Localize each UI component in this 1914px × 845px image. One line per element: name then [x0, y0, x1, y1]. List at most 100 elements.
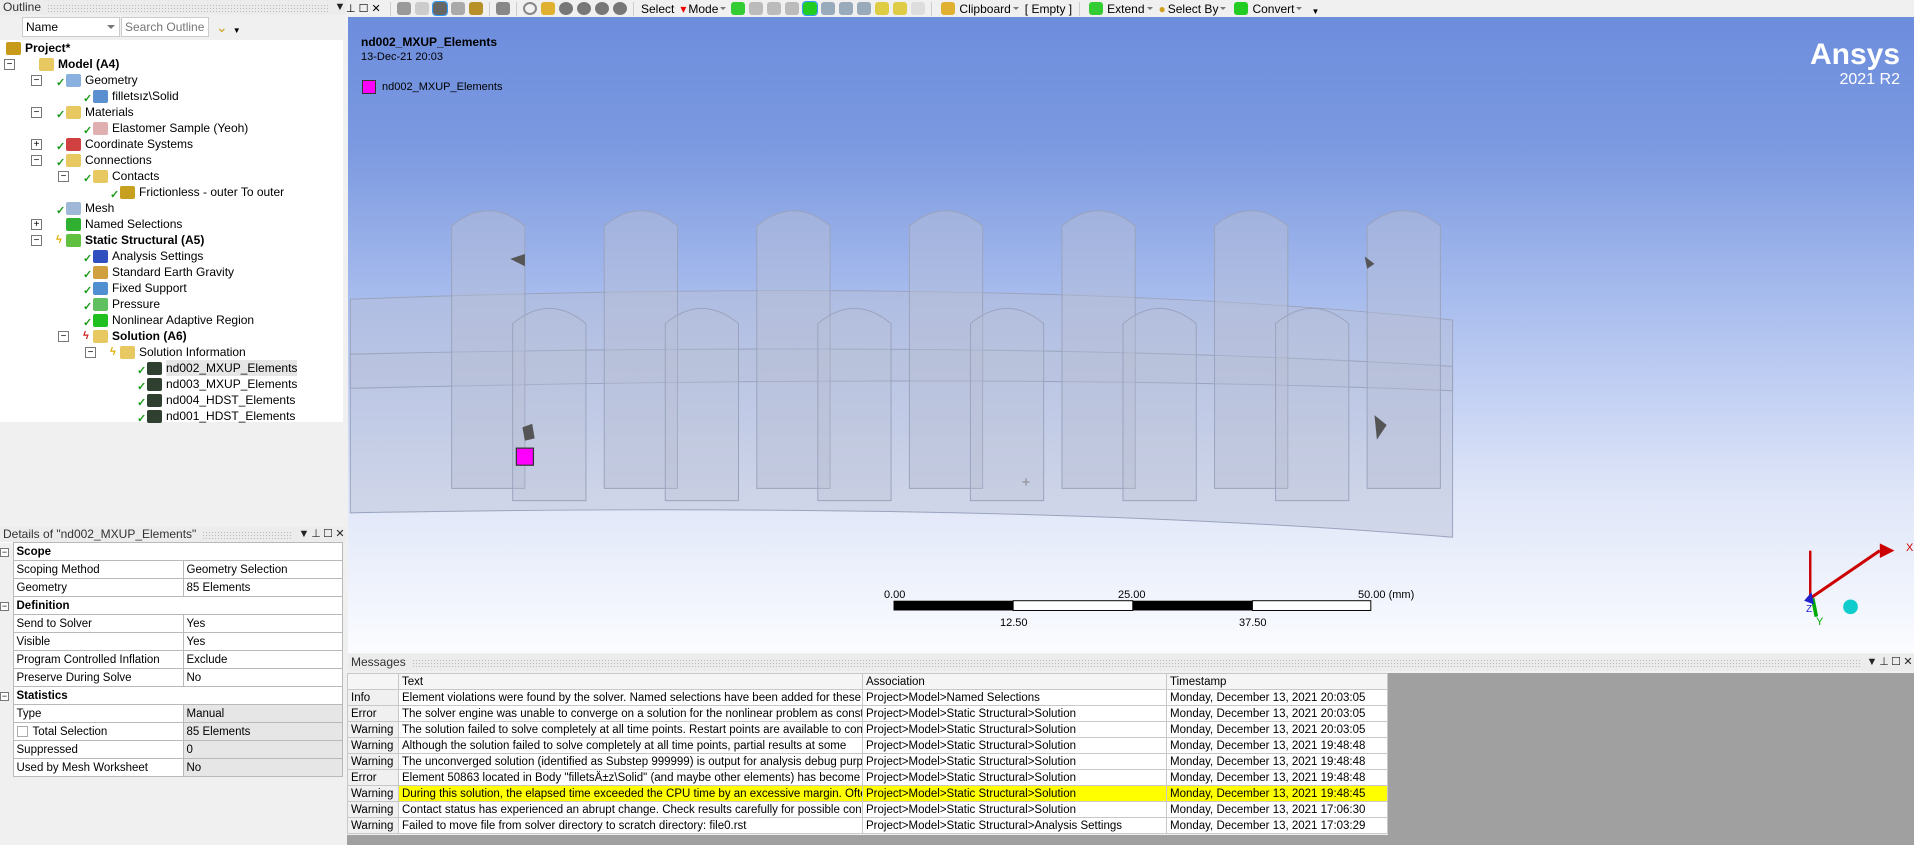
label-icon[interactable]	[893, 2, 908, 15]
tree-item[interactable]: ✓ Frictionless - outer To outer	[85, 184, 284, 201]
details-row[interactable]: Program Controlled Inflation Exclude	[0, 650, 343, 669]
overflow-icon[interactable]: ▼	[1311, 7, 1319, 16]
zoom-to-fit-icon[interactable]	[595, 2, 609, 15]
shaded-icon[interactable]	[432, 1, 448, 16]
tree-item[interactable]: ✓ Fixed Support	[58, 280, 187, 297]
details-row[interactable]: Total Selection 85 Elements	[0, 722, 343, 741]
column-header-text[interactable]: Text	[398, 673, 863, 690]
layout-icon[interactable]	[496, 2, 510, 15]
measure-icon[interactable]	[911, 2, 926, 15]
collapse-toggle[interactable]: −	[0, 547, 9, 557]
select-by-button[interactable]: ● Select By	[1159, 2, 1227, 16]
collapse-toggle[interactable]: −	[4, 58, 15, 70]
maximize-icon[interactable]: ☐	[1890, 655, 1902, 670]
pan-icon[interactable]	[541, 2, 555, 15]
select-node-icon[interactable]	[821, 2, 836, 15]
details-row[interactable]: Suppressed 0	[0, 740, 343, 759]
collapse-toggle[interactable]: −	[31, 106, 42, 118]
select-element-icon[interactable]	[857, 2, 872, 15]
tree-item[interactable]: ✓ Standard Earth Gravity	[58, 264, 234, 281]
message-row[interactable]: Warning Although the solution failed to s…	[347, 737, 1388, 754]
details-row[interactable]: Visible Yes	[0, 632, 343, 651]
search-outline-input[interactable]	[121, 17, 209, 37]
outline-filter-select[interactable]: Name	[22, 17, 120, 37]
zoom-icon[interactable]	[559, 2, 573, 15]
details-row[interactable]: Type Manual	[0, 704, 343, 723]
tree-item[interactable]: ✓ nd001_HDST_Elements	[112, 408, 295, 425]
maximize-icon[interactable]: ☐	[322, 527, 334, 542]
parameter-checkbox[interactable]	[16, 725, 28, 737]
tree-item[interactable]: ✓ nd003_MXUP_Elements	[112, 376, 297, 393]
zoom-out-icon[interactable]	[397, 2, 411, 15]
details-section[interactable]: − Statistics	[0, 686, 343, 705]
drag-grip[interactable]	[411, 658, 1860, 667]
details-row[interactable]: Preserve During Solve No	[0, 668, 343, 687]
collapse-toggle[interactable]: −	[85, 346, 96, 358]
select-mode-button[interactable]: ▾ Mode	[680, 2, 727, 16]
wireframe-icon[interactable]	[451, 2, 465, 15]
close-icon[interactable]: ✕	[1902, 655, 1914, 670]
close-icon[interactable]: ✕	[334, 527, 346, 542]
details-row[interactable]: Used by Mesh Worksheet No	[0, 758, 343, 777]
tree-item[interactable]: ✓ Mesh	[31, 200, 114, 217]
message-row[interactable]: Warning Failed to move file from solver d…	[347, 817, 1388, 834]
tree-item[interactable]: ✓ Elastomer Sample (Yeoh)	[58, 120, 248, 137]
tree-item[interactable]: ✓ nd002_MXUP_Elements	[112, 360, 298, 377]
select-point-icon[interactable]	[731, 2, 746, 15]
tree-item[interactable]: − ✓ Contacts	[58, 168, 159, 185]
zoom-previous-icon[interactable]	[415, 2, 429, 15]
select-vertex-icon[interactable]	[749, 2, 764, 15]
select-edge-icon[interactable]	[767, 2, 782, 15]
tree-item[interactable]: ✓ filletsız\Solid	[58, 88, 179, 105]
collapse-toggle[interactable]: −	[31, 234, 42, 246]
graphics-viewport[interactable]: nd002_MXUP_Elements 13-Dec-21 20:03 nd00…	[348, 17, 1914, 653]
dropdown-icon[interactable]: ▼	[1866, 655, 1878, 670]
tree-item[interactable]: ✓ Pressure	[58, 296, 160, 313]
dropdown-icon[interactable]: ▼	[298, 527, 310, 542]
pin-icon[interactable]: ⊥	[1878, 655, 1890, 670]
box-zoom-icon[interactable]	[577, 2, 591, 15]
collapse-toggle[interactable]: −	[0, 691, 9, 701]
select-body-icon[interactable]	[802, 1, 819, 16]
tree-item[interactable]: − ϟ Solution Information	[85, 344, 246, 360]
property-value[interactable]: 85 Elements	[182, 578, 343, 597]
expand-chevron-icon[interactable]: ⌄	[216, 19, 228, 36]
column-header-timestamp[interactable]: Timestamp	[1166, 673, 1388, 690]
property-value[interactable]: Yes	[182, 614, 343, 633]
details-row[interactable]: Scoping Method Geometry Selection	[0, 560, 343, 579]
tree-item[interactable]: − ✓ Connections	[31, 152, 152, 169]
message-row[interactable]: Error Element 50863 located in Body "fill…	[347, 769, 1388, 786]
property-value[interactable]: Yes	[182, 632, 343, 651]
clipboard-button[interactable]: Clipboard	[939, 2, 1019, 16]
details-section[interactable]: − Scope	[0, 542, 343, 561]
message-row[interactable]: Info Element violations were found by the…	[347, 689, 1388, 706]
rotate-icon[interactable]	[523, 2, 537, 15]
select-element-face-icon[interactable]	[839, 2, 854, 15]
message-row[interactable]: Warning The solution failed to solve comp…	[347, 721, 1388, 738]
tree-item[interactable]: − ϟ Solution (A6)	[58, 328, 187, 344]
message-row[interactable]: Warning The unconverged solution (identif…	[347, 753, 1388, 770]
tree-item[interactable]: − ✓ Materials	[31, 104, 134, 121]
tree-item[interactable]: ✓ Analysis Settings	[58, 248, 203, 265]
drag-grip[interactable]	[47, 3, 328, 12]
drag-grip[interactable]	[202, 530, 292, 539]
tree-item[interactable]: ✓ Nonlinear Adaptive Region	[58, 312, 254, 329]
tree-item[interactable]: + ✓ Coordinate Systems	[31, 136, 193, 153]
collapse-toggle[interactable]: −	[58, 330, 69, 342]
property-value[interactable]: Exclude	[182, 650, 343, 669]
details-row[interactable]: Geometry 85 Elements	[0, 578, 343, 597]
tree-item[interactable]: − ✓ Geometry	[31, 72, 138, 89]
message-row[interactable]: Warning Contact status has experienced an…	[347, 801, 1388, 818]
pin-icon[interactable]: ⊥	[310, 527, 322, 542]
overflow-icon[interactable]: ▼	[233, 26, 241, 35]
coordinate-icon[interactable]	[875, 2, 890, 15]
pane-controls[interactable]: ⊥ ☐ ✕	[346, 2, 386, 15]
tree-item[interactable]: ✓ nd004_HDST_Elements	[112, 392, 295, 409]
show-edges-icon[interactable]	[469, 2, 483, 15]
extend-button[interactable]: Extend	[1087, 2, 1153, 16]
tree-item[interactable]: − ϟ Static Structural (A5)	[31, 232, 204, 248]
dropdown-icon[interactable]: ▼	[334, 0, 346, 15]
convert-button[interactable]: Convert	[1232, 2, 1303, 16]
property-value[interactable]: No	[182, 668, 343, 687]
collapse-toggle[interactable]: −	[31, 74, 42, 86]
